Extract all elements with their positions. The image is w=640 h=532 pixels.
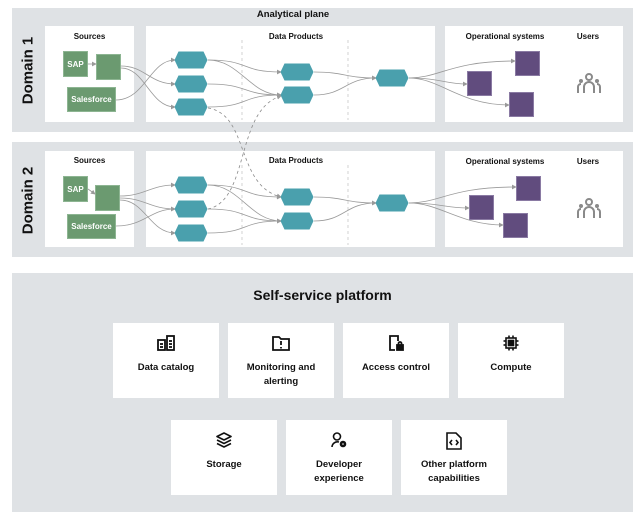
domain-1-source-ingest[interactable]	[96, 54, 121, 80]
capability-label: Compute	[490, 362, 532, 373]
domain-2-data-products-title: Data Products	[268, 156, 324, 165]
capability-storage[interactable]: Storage	[171, 420, 277, 495]
capability-label: Monitoring and alerting	[246, 362, 316, 387]
domain-2-operational-system[interactable]	[469, 195, 494, 220]
code-file-icon	[401, 432, 507, 450]
capability-compute[interactable]: Compute	[458, 323, 564, 398]
domain-1-users-title: Users	[576, 32, 600, 41]
domain-2-operational-title: Operational systems	[465, 157, 545, 166]
domain-2-label: Domain 2	[19, 166, 37, 235]
data-catalog-icon	[113, 335, 219, 351]
domain-1-operational-system[interactable]	[509, 92, 534, 117]
domain-2-data-products-box	[146, 151, 435, 247]
layers-icon	[171, 432, 277, 448]
domain-2-users-title: Users	[576, 157, 600, 166]
domain-1-sources-title: Sources	[73, 32, 106, 41]
capability-label: Data catalog	[137, 362, 195, 373]
capability-monitoring-alerting[interactable]: Monitoring and alerting	[228, 323, 334, 398]
capability-label: Storage	[206, 459, 242, 470]
platform-title: Self-service platform	[253, 287, 392, 303]
domain-1-data-products-title: Data Products	[268, 32, 324, 41]
capability-label: Developer experience	[314, 459, 364, 484]
domain-2-source-salesforce[interactable]: Salesforce	[67, 214, 116, 239]
chip-icon	[458, 335, 564, 351]
domain-1-operational-system[interactable]	[515, 51, 540, 76]
domain-2-sources-title: Sources	[73, 156, 106, 165]
domain-1-source-salesforce[interactable]: Salesforce	[67, 87, 116, 112]
capability-developer-experience[interactable]: Developer experience	[286, 420, 392, 495]
capability-other[interactable]: Other platform capabilities	[401, 420, 507, 495]
domain-2-source-sap[interactable]: SAP	[63, 176, 88, 202]
folder-alert-icon	[228, 335, 334, 351]
capability-data-catalog[interactable]: Data catalog	[113, 323, 219, 398]
domain-1-label: Domain 1	[19, 36, 37, 105]
domain-1-source-sap[interactable]: SAP	[63, 51, 88, 77]
domain-2-operational-system[interactable]	[503, 213, 528, 238]
domain-1-operational-title: Operational systems	[465, 32, 545, 41]
domain-1-operational-system[interactable]	[467, 71, 492, 96]
capability-access-control[interactable]: Access control	[343, 323, 449, 398]
domain-2-source-ingest[interactable]	[95, 185, 120, 211]
analytical-plane-title: Analytical plane	[256, 9, 330, 20]
domain-2-operational-system[interactable]	[516, 176, 541, 201]
capability-label: Other platform capabilities	[421, 459, 487, 484]
user-gear-icon	[286, 432, 392, 448]
capability-label: Access control	[361, 362, 431, 373]
document-lock-icon	[343, 335, 449, 351]
